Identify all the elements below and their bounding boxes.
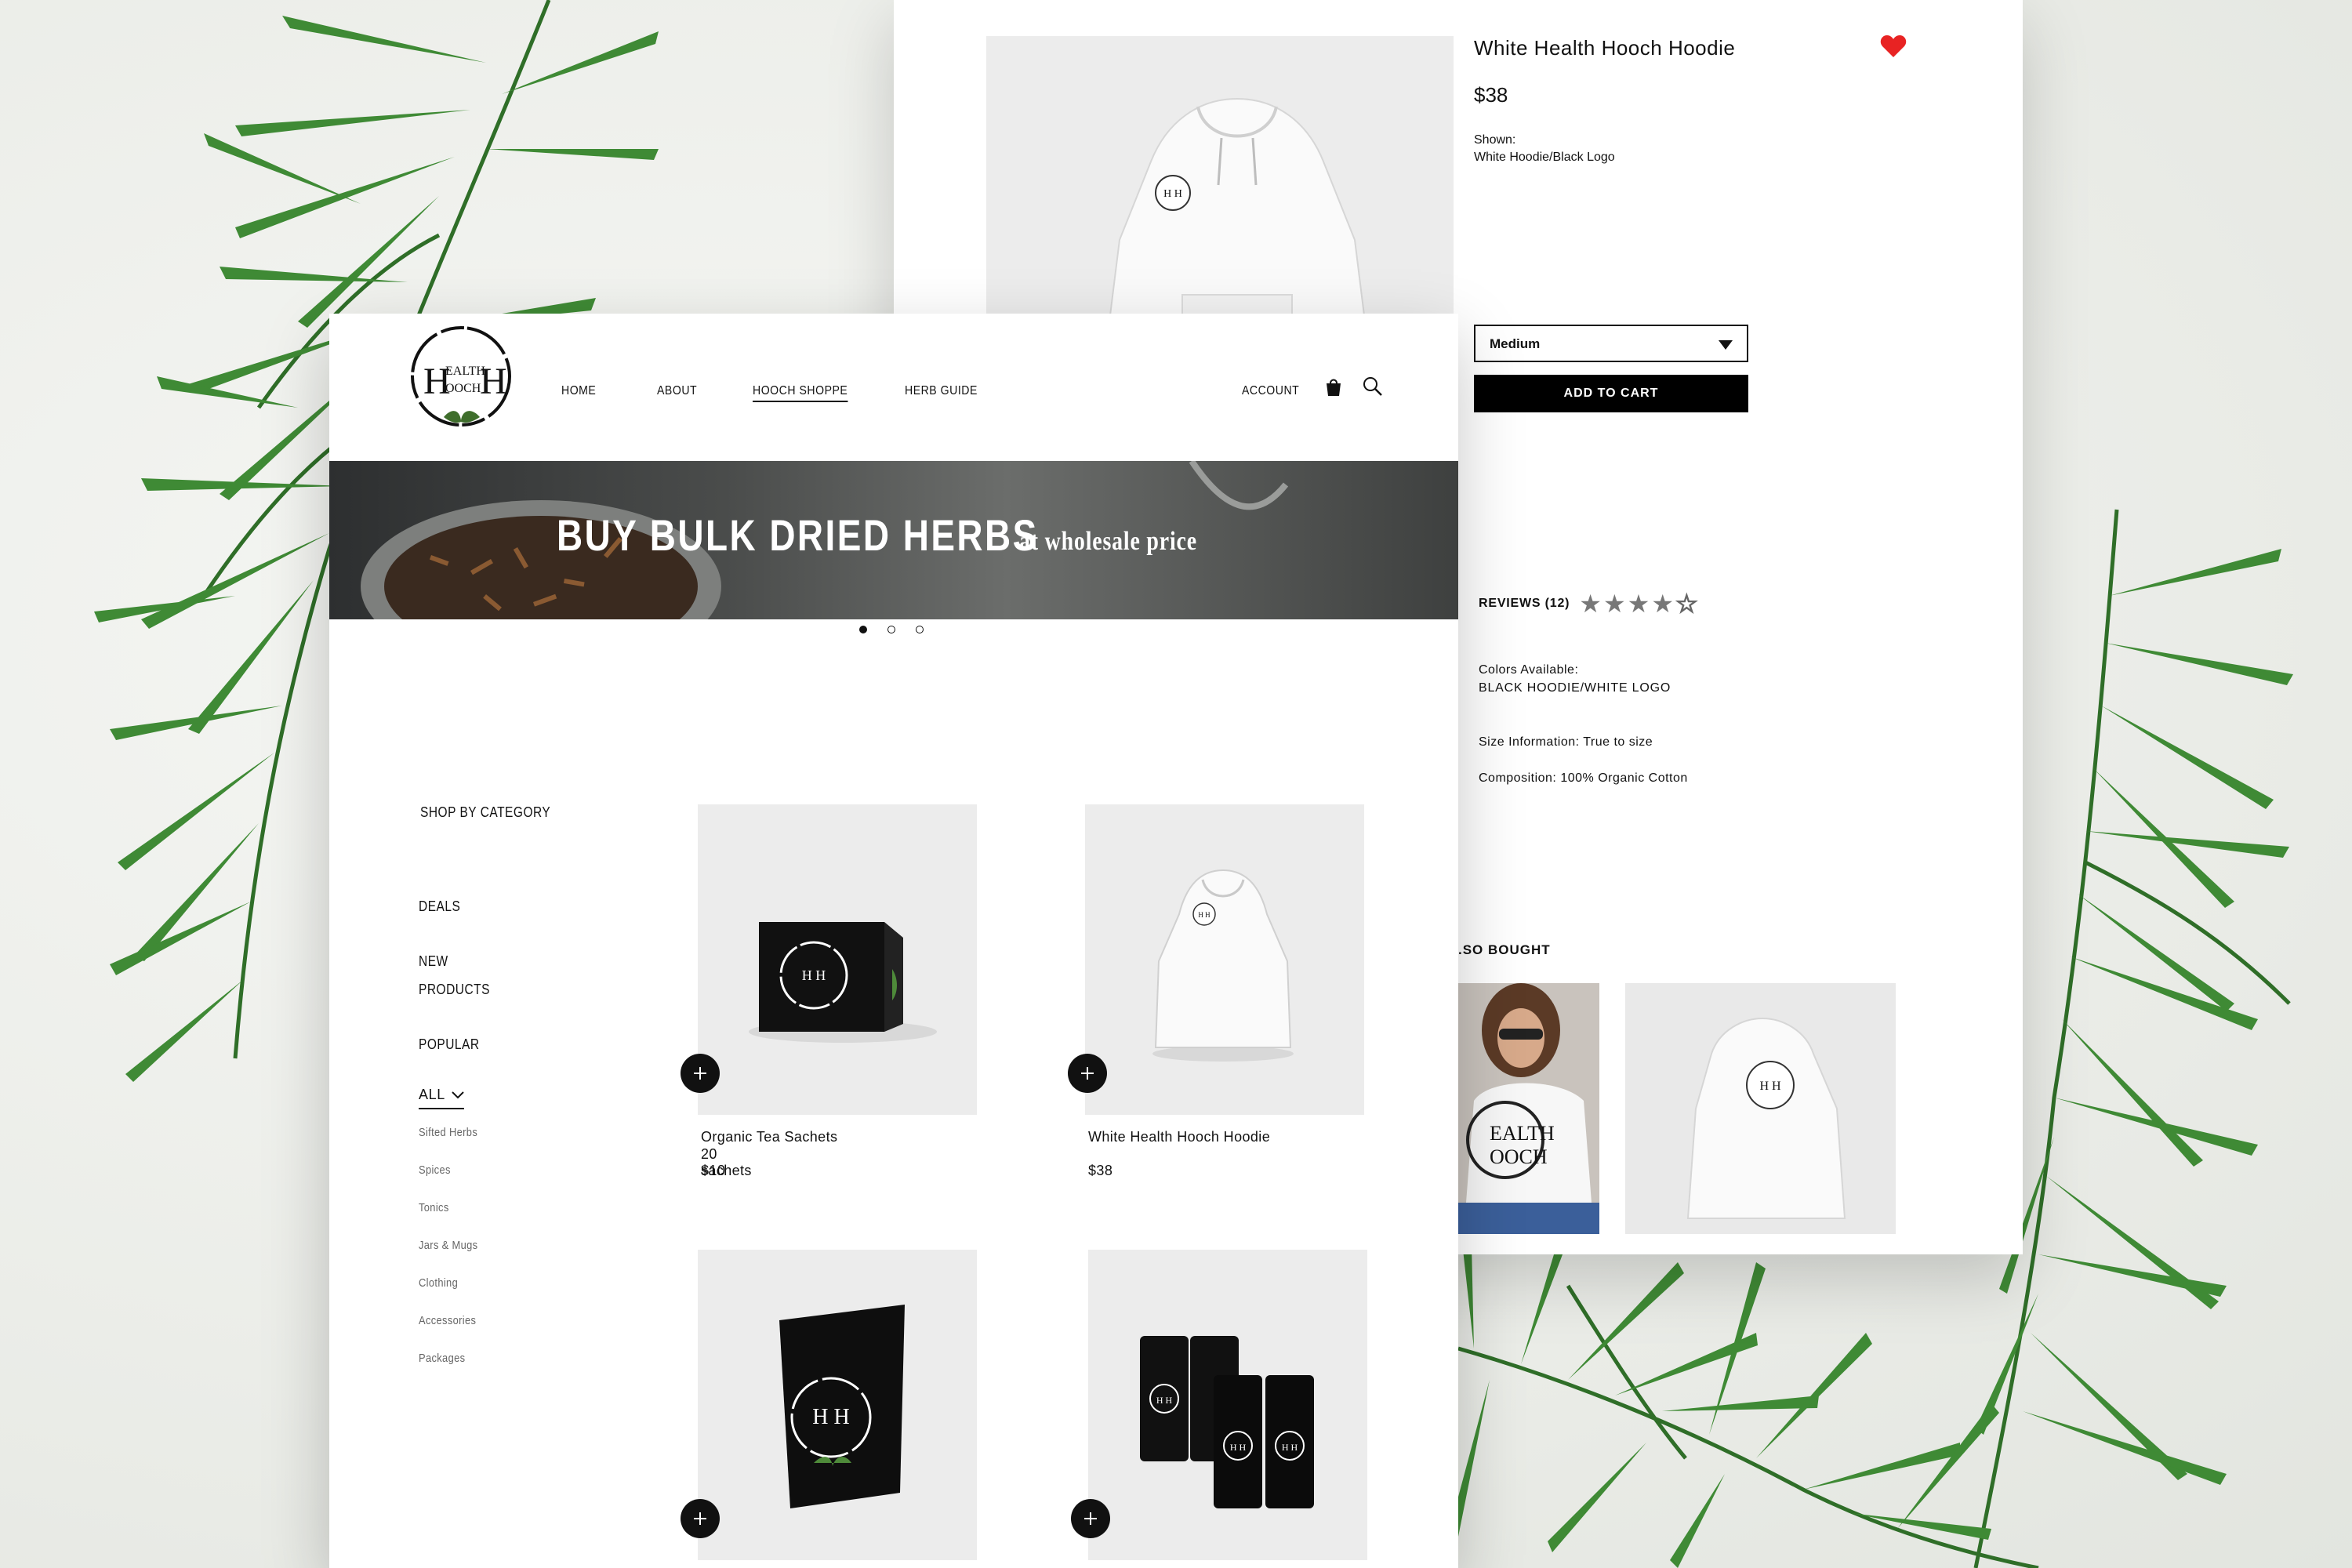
category-deals[interactable]: DEALS — [419, 892, 460, 920]
carousel-dots — [859, 626, 924, 633]
nav-home[interactable]: HOME — [561, 384, 596, 398]
product-price: $10 — [701, 1163, 726, 1178]
star-filled-icon: ★ — [1579, 590, 1602, 618]
hero-heading: BUY BULK DRIED HERBS — [557, 510, 1039, 560]
svg-text:EALTH: EALTH — [1490, 1122, 1555, 1145]
also-bought-thumb[interactable]: EALTH OOCH — [1458, 983, 1599, 1234]
size-information: Size Information: True to size — [1479, 735, 1653, 749]
category-spices[interactable]: Spices — [419, 1163, 451, 1177]
svg-text:H H: H H — [1759, 1080, 1781, 1093]
colors-label: Colors Available: — [1479, 663, 1579, 677]
size-select-value: Medium — [1490, 336, 1541, 351]
add-to-cart-button[interactable]: ADD TO CART — [1474, 375, 1748, 412]
svg-text:H H: H H — [802, 967, 826, 983]
hero-banner[interactable]: BUY BULK DRIED HERBS at wholesale price — [329, 461, 1458, 619]
category-jars-mugs[interactable]: Jars & Mugs — [419, 1239, 477, 1252]
health-hooch-logo[interactable]: H H EALTH OOCH — [405, 323, 517, 436]
rating-stars: ★ ★ ★ ★ ☆ — [1579, 590, 1698, 618]
logo-text-bottom: OOCH — [445, 382, 481, 395]
shop-by-category-heading: SHOP BY CATEGORY — [420, 804, 551, 820]
reviews-row[interactable]: REVIEWS (12) ★ ★ ★ ★ ☆ — [1479, 590, 1698, 618]
also-bought-thumb[interactable]: H H — [1625, 983, 1896, 1234]
product-image: H H — [698, 1250, 977, 1560]
also-bought-heading: .SO BOUGHT — [1458, 942, 1551, 957]
add-product-button[interactable] — [681, 1054, 720, 1093]
svg-text:H H: H H — [1156, 1395, 1173, 1406]
svg-text:H H: H H — [1163, 188, 1182, 200]
add-product-button[interactable] — [681, 1499, 720, 1538]
search-icon[interactable] — [1361, 375, 1383, 397]
product-image: H H H H H H — [1088, 1250, 1367, 1560]
category-tonics[interactable]: Tonics — [419, 1201, 449, 1214]
colors-value: BLACK HOODIE/WHITE LOGO — [1479, 681, 1671, 695]
size-select[interactable]: Medium — [1474, 325, 1748, 362]
carousel-dot-3[interactable] — [916, 626, 924, 633]
category-all[interactable]: ALL — [419, 1087, 464, 1109]
plus-icon — [1084, 1512, 1097, 1525]
add-product-button[interactable] — [1068, 1054, 1107, 1093]
product-title: White Health Hooch Hoodie — [1474, 36, 1736, 60]
category-clothing[interactable]: Clothing — [419, 1276, 458, 1290]
product-price: $38 — [1474, 83, 1508, 107]
hero-subheading: at wholesale price — [1019, 527, 1197, 556]
category-sifted-herbs[interactable]: Sifted Herbs — [419, 1126, 477, 1139]
shown-value: White Hoodie/Black Logo — [1474, 151, 1615, 164]
plus-icon — [694, 1067, 706, 1080]
shopping-bag-icon[interactable] — [1323, 376, 1344, 397]
product-name: Organic Tea Sachets — [701, 1129, 838, 1145]
caret-down-icon — [1719, 340, 1733, 350]
nav-account[interactable]: ACCOUNT — [1242, 384, 1299, 398]
star-filled-icon: ★ — [1602, 590, 1626, 618]
hoodie-thumb-image: H H — [1625, 983, 1896, 1234]
nav-about[interactable]: ABOUT — [657, 384, 697, 398]
hoodie-product-image: H H — [1085, 804, 1364, 1115]
nav-herb-guide[interactable]: HERB GUIDE — [905, 384, 978, 398]
tea-pouch-image: H H — [698, 1250, 977, 1560]
product-price: $38 — [1088, 1163, 1113, 1178]
favorite-heart-icon[interactable] — [1880, 34, 1907, 58]
svg-text:OOCH: OOCH — [1490, 1145, 1548, 1168]
logo-text-top: EALTH — [445, 365, 485, 378]
shop-window: H H EALTH OOCH HOME ABOUT HOOCH SHOPPE H… — [329, 314, 1458, 1568]
cans-image: H H H H H H — [1088, 1250, 1367, 1560]
add-product-button[interactable] — [1071, 1499, 1110, 1538]
product-name: White Health Hooch Hoodie — [1088, 1129, 1271, 1145]
carousel-dot-2[interactable] — [887, 626, 895, 633]
reviews-label: REVIEWS (12) — [1479, 597, 1570, 610]
star-filled-icon: ★ — [1627, 590, 1650, 618]
product-image: H H — [1085, 804, 1364, 1115]
plus-icon — [694, 1512, 706, 1525]
star-empty-icon: ☆ — [1675, 590, 1698, 618]
category-all-label: ALL — [419, 1087, 445, 1102]
svg-text:H H: H H — [1230, 1442, 1247, 1453]
composition: Composition: 100% Organic Cotton — [1479, 771, 1688, 785]
top-navigation: H H EALTH OOCH HOME ABOUT HOOCH SHOPPE H… — [329, 314, 1458, 461]
product-image: H H — [698, 804, 977, 1115]
plus-icon — [1081, 1067, 1094, 1080]
category-packages[interactable]: Packages — [419, 1352, 465, 1365]
carousel-dot-1[interactable] — [859, 626, 867, 633]
category-accessories[interactable]: Accessories — [419, 1314, 476, 1327]
tea-box-image: H H — [698, 804, 977, 1115]
chevron-down-icon — [452, 1091, 464, 1098]
nav-hooch-shoppe[interactable]: HOOCH SHOPPE — [753, 384, 848, 402]
category-new-products[interactable]: NEW PRODUCTS — [419, 947, 489, 1004]
shown-label: Shown: — [1474, 133, 1516, 147]
star-filled-icon: ★ — [1651, 590, 1675, 618]
svg-text:H H: H H — [1282, 1442, 1298, 1453]
svg-text:H H: H H — [1198, 911, 1210, 919]
svg-text:H H: H H — [812, 1405, 849, 1429]
model-tshirt-image: EALTH OOCH — [1458, 983, 1599, 1234]
category-popular[interactable]: POPULAR — [419, 1030, 480, 1058]
